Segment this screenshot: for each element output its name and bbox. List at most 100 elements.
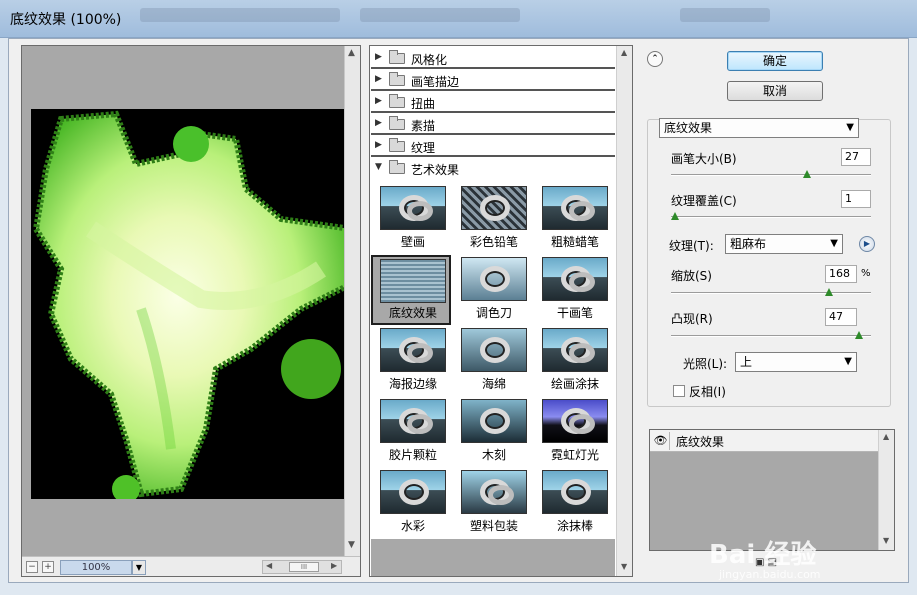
scroll-thumb[interactable]: III: [289, 562, 319, 572]
filter-label: 绘画涂抹: [550, 377, 599, 391]
scaling-slider-knob[interactable]: [825, 288, 833, 296]
window-title: 底纹效果 (100%): [10, 12, 122, 28]
texture-coverage-slider-knob[interactable]: [671, 212, 679, 220]
brush-size-slider-knob[interactable]: [803, 170, 811, 178]
expand-arrow-icon[interactable]: ▶: [375, 52, 382, 62]
watermark-text: Bai 经验: [709, 540, 817, 570]
scaling-label: 缩放(S): [671, 269, 712, 283]
preview-horizontal-scrollbar[interactable]: ◀ III ▶: [262, 560, 342, 574]
collapse-gallery-icon[interactable]: ⌃: [647, 51, 663, 67]
brush-size-input[interactable]: 27: [841, 148, 871, 166]
expand-arrow-icon[interactable]: ▶: [375, 74, 382, 84]
relief-slider[interactable]: [671, 335, 871, 337]
cancel-button[interactable]: 取消: [727, 81, 823, 101]
filter-thumbnail: [461, 328, 527, 372]
expand-arrow-icon[interactable]: ▶: [375, 140, 382, 150]
filter-tile[interactable]: 木刻: [454, 397, 534, 467]
filter-thumbnail: [380, 186, 446, 230]
effect-layer-label: 底纹效果: [676, 435, 725, 449]
filter-thumbnail: [542, 399, 608, 443]
texture-select-value: 粗麻布: [730, 237, 767, 251]
filter-label: 木刻: [481, 448, 506, 462]
category-label: 纹理: [411, 141, 436, 155]
filter-gallery: ▶ 风格化 ▶ 画笔描边 ▶ 扭曲 ▶ 素描 ▶ 纹理 ▼ 艺术效果 壁画 彩色…: [369, 45, 633, 577]
filter-label: 霓虹灯光: [550, 448, 599, 462]
relief-input[interactable]: 47: [825, 308, 857, 326]
texture-select[interactable]: 粗麻布 ▼: [725, 234, 843, 254]
gallery-empty-area: [371, 539, 615, 576]
gallery-vertical-scrollbar[interactable]: ▲ ▼: [616, 46, 632, 576]
filter-label: 干画笔: [556, 306, 593, 320]
light-label: 光照(L):: [683, 357, 728, 371]
preview-pane[interactable]: ▲ ▼ − + 100% ▼ ◀ III ▶: [21, 45, 361, 577]
filter-label: 海报边缘: [388, 377, 437, 391]
scroll-up-icon[interactable]: ▲: [883, 432, 889, 441]
filter-tile[interactable]: 海报边缘: [373, 326, 453, 396]
category-label: 风格化: [411, 53, 448, 67]
category-texture[interactable]: ▶ 纹理: [371, 136, 615, 157]
scroll-left-icon[interactable]: ◀: [266, 561, 272, 570]
filter-select[interactable]: 底纹效果 ▼: [659, 118, 859, 138]
filter-label: 调色刀: [475, 306, 512, 320]
texture-coverage-slider[interactable]: [671, 216, 871, 218]
relief-slider-knob[interactable]: [855, 331, 863, 339]
texture-menu-arrow-icon[interactable]: ▶: [859, 236, 875, 252]
category-distort[interactable]: ▶ 扭曲: [371, 92, 615, 113]
filter-tile[interactable]: 干画笔: [535, 255, 615, 325]
filter-tile[interactable]: 涂抹棒: [535, 468, 615, 538]
filter-label: 底纹效果: [388, 306, 437, 320]
scaling-input[interactable]: 168: [825, 265, 857, 283]
filter-label: 海绵: [481, 377, 506, 391]
layers-vertical-scrollbar[interactable]: ▲ ▼: [878, 430, 894, 550]
filter-tile[interactable]: 调色刀: [454, 255, 534, 325]
light-select-value: 上: [740, 355, 753, 369]
category-artistic[interactable]: ▼ 艺术效果: [371, 158, 615, 179]
filter-tile[interactable]: 塑料包装: [454, 468, 534, 538]
filter-thumbnail: [380, 328, 446, 372]
brush-size-label: 画笔大小(B): [671, 152, 737, 166]
scaling-slider[interactable]: [671, 292, 871, 294]
scaling-unit: %: [861, 268, 871, 279]
zoom-dropdown-button[interactable]: ▼: [132, 560, 146, 575]
effect-layer-row[interactable]: 👁 底纹效果: [650, 430, 878, 452]
expand-arrow-icon[interactable]: ▶: [375, 118, 382, 128]
filter-tile[interactable]: 绘画涂抹: [535, 326, 615, 396]
scroll-down-icon[interactable]: ▼: [621, 562, 627, 571]
filter-label: 胶片颗粒: [388, 448, 437, 462]
filter-tile[interactable]: 海绵: [454, 326, 534, 396]
filter-tile[interactable]: 胶片颗粒: [373, 397, 453, 467]
chevron-down-icon: ▼: [846, 122, 854, 133]
texture-coverage-input[interactable]: 1: [841, 190, 871, 208]
scroll-up-icon[interactable]: ▲: [348, 48, 355, 58]
filter-thumbnail: [542, 186, 608, 230]
category-brush-strokes[interactable]: ▶ 画笔描边: [371, 70, 615, 91]
watermark-logo: Bai 经验 jingyan.baidu.com: [709, 534, 821, 581]
scroll-right-icon[interactable]: ▶: [331, 561, 337, 570]
category-stylize[interactable]: ▶ 风格化: [371, 48, 615, 69]
preview-vertical-scrollbar[interactable]: ▲ ▼: [344, 46, 360, 556]
expand-arrow-icon[interactable]: ▶: [375, 96, 382, 106]
scroll-down-icon[interactable]: ▼: [348, 540, 355, 550]
zoom-level-field[interactable]: 100%: [60, 560, 132, 575]
ok-button[interactable]: 确定: [727, 51, 823, 71]
filter-tile[interactable]: 彩色铅笔: [454, 184, 534, 254]
preview-footer: − + 100% ▼ ◀ III ▶: [22, 556, 360, 576]
eye-icon[interactable]: 👁: [652, 432, 670, 450]
filter-tile[interactable]: 霓虹灯光: [535, 397, 615, 467]
light-select[interactable]: 上 ▼: [735, 352, 857, 372]
scroll-up-icon[interactable]: ▲: [621, 48, 627, 57]
collapse-arrow-icon[interactable]: ▼: [375, 162, 382, 172]
filter-tile[interactable]: 水彩: [373, 468, 453, 538]
filter-thumbnails: 壁画 彩色铅笔 粗糙蜡笔 底纹效果 调色刀 干画笔 海报边缘 海绵 绘画涂抹 胶…: [371, 184, 615, 539]
zoom-out-button[interactable]: −: [26, 561, 38, 573]
filter-tile[interactable]: 壁画: [373, 184, 453, 254]
filter-tile[interactable]: 粗糙蜡笔: [535, 184, 615, 254]
brush-size-slider[interactable]: [671, 174, 871, 176]
filter-tile-selected[interactable]: 底纹效果: [371, 255, 451, 325]
invert-checkbox[interactable]: [673, 385, 685, 397]
scroll-down-icon[interactable]: ▼: [883, 536, 889, 545]
category-sketch[interactable]: ▶ 素描: [371, 114, 615, 135]
zoom-in-button[interactable]: +: [42, 561, 54, 573]
chevron-down-icon: ▼: [844, 356, 852, 367]
folder-icon: [389, 72, 405, 86]
